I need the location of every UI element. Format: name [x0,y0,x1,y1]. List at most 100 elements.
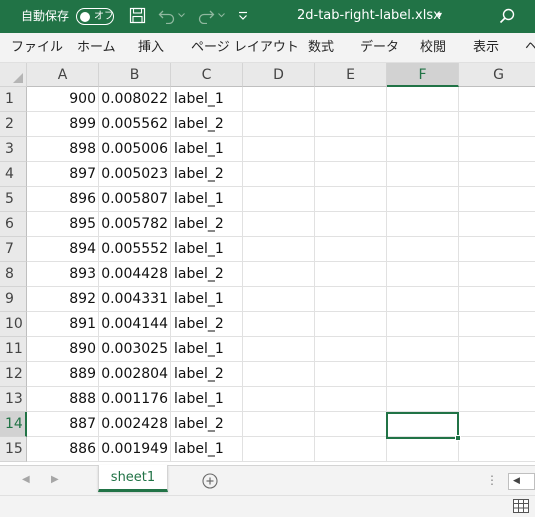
cell-c7[interactable]: label_1 [171,237,243,262]
cell-b7[interactable]: 0.005552 [99,237,171,262]
cell-e2[interactable] [315,112,387,137]
cell-e12[interactable] [315,362,387,387]
cell-f15[interactable] [387,437,459,462]
row-header-4[interactable]: 4 [0,162,27,187]
more-options-icon[interactable]: ⋮ [486,472,498,488]
column-header-a[interactable]: A [27,63,99,87]
cell-g5[interactable] [459,187,535,212]
cell-d15[interactable] [243,437,315,462]
cell-a8[interactable]: 893 [27,262,99,287]
tab-review[interactable]: 校閲 [420,40,446,56]
cell-e7[interactable] [315,237,387,262]
cell-b8[interactable]: 0.004428 [99,262,171,287]
cell-a5[interactable]: 896 [27,187,99,212]
cell-c3[interactable]: label_1 [171,137,243,162]
tab-insert[interactable]: 挿入 [138,40,164,56]
cell-d1[interactable] [243,87,315,112]
normal-view-icon[interactable] [513,499,529,513]
row-header-2[interactable]: 2 [0,112,27,137]
cell-f6[interactable] [387,212,459,237]
cell-d12[interactable] [243,362,315,387]
redo-dropdown-icon[interactable] [218,13,225,18]
tab-data[interactable]: データ [360,40,399,56]
row-header-8[interactable]: 8 [0,262,27,287]
cell-e14[interactable] [315,412,387,437]
row-header-7[interactable]: 7 [0,237,27,262]
cell-b6[interactable]: 0.005782 [99,212,171,237]
row-header-6[interactable]: 6 [0,212,27,237]
cell-g12[interactable] [459,362,535,387]
cell-d7[interactable] [243,237,315,262]
cell-f5[interactable] [387,187,459,212]
cell-b15[interactable]: 0.001949 [99,437,171,462]
cell-c5[interactable]: label_1 [171,187,243,212]
cell-g4[interactable] [459,162,535,187]
row-header-15[interactable]: 15 [0,437,27,462]
cell-b1[interactable]: 0.008022 [99,87,171,112]
scroll-left-icon[interactable]: ◀ [513,475,520,488]
cell-a2[interactable]: 899 [27,112,99,137]
save-icon[interactable] [129,7,146,24]
cell-a12[interactable]: 889 [27,362,99,387]
row-header-9[interactable]: 9 [0,287,27,312]
cell-b12[interactable]: 0.002804 [99,362,171,387]
cell-d14[interactable] [243,412,315,437]
cell-f14[interactable] [387,412,459,437]
cell-d9[interactable] [243,287,315,312]
cell-g10[interactable] [459,312,535,337]
cell-b13[interactable]: 0.001176 [99,387,171,412]
row-header-14[interactable]: 14 [0,412,27,437]
cell-c14[interactable]: label_2 [171,412,243,437]
search-icon[interactable] [499,8,515,24]
column-header-d[interactable]: D [243,63,315,87]
cell-a14[interactable]: 887 [27,412,99,437]
cell-a10[interactable]: 891 [27,312,99,337]
cell-f12[interactable] [387,362,459,387]
cell-b4[interactable]: 0.005023 [99,162,171,187]
cell-b14[interactable]: 0.002428 [99,412,171,437]
cell-d5[interactable] [243,187,315,212]
cell-g14[interactable] [459,412,535,437]
cell-d13[interactable] [243,387,315,412]
tab-file[interactable]: ファイル [11,40,63,56]
tab-formulas[interactable]: 数式 [308,40,334,56]
cell-a11[interactable]: 890 [27,337,99,362]
customize-qat-icon[interactable] [238,11,248,21]
cell-c12[interactable]: label_2 [171,362,243,387]
cell-e15[interactable] [315,437,387,462]
cell-g15[interactable] [459,437,535,462]
undo-dropdown-icon[interactable] [178,13,185,18]
row-header-5[interactable]: 5 [0,187,27,212]
row-header-1[interactable]: 1 [0,87,27,112]
cell-e4[interactable] [315,162,387,187]
cell-a7[interactable]: 894 [27,237,99,262]
cell-d2[interactable] [243,112,315,137]
cell-c4[interactable]: label_2 [171,162,243,187]
cell-c13[interactable]: label_1 [171,387,243,412]
cell-b5[interactable]: 0.005807 [99,187,171,212]
undo-icon[interactable] [158,7,176,24]
cell-e10[interactable] [315,312,387,337]
cell-c15[interactable]: label_1 [171,437,243,462]
cell-a4[interactable]: 897 [27,162,99,187]
column-header-b[interactable]: B [99,63,171,87]
cell-f7[interactable] [387,237,459,262]
cell-a1[interactable]: 900 [27,87,99,112]
cell-f1[interactable] [387,87,459,112]
sheet-nav-prev-icon[interactable]: ◀ [22,473,30,487]
cell-e1[interactable] [315,87,387,112]
cell-a6[interactable]: 895 [27,212,99,237]
cell-c11[interactable]: label_1 [171,337,243,362]
cell-e3[interactable] [315,137,387,162]
column-header-g[interactable]: G [459,63,535,87]
sheet-tab-sheet1[interactable]: sheet1 [98,465,168,492]
row-header-13[interactable]: 13 [0,387,27,412]
sheet-nav-next-icon[interactable]: ▶ [51,473,59,487]
cell-a13[interactable]: 888 [27,387,99,412]
cell-e11[interactable] [315,337,387,362]
cell-g13[interactable] [459,387,535,412]
cell-d4[interactable] [243,162,315,187]
row-header-3[interactable]: 3 [0,137,27,162]
cell-g1[interactable] [459,87,535,112]
cell-b11[interactable]: 0.003025 [99,337,171,362]
